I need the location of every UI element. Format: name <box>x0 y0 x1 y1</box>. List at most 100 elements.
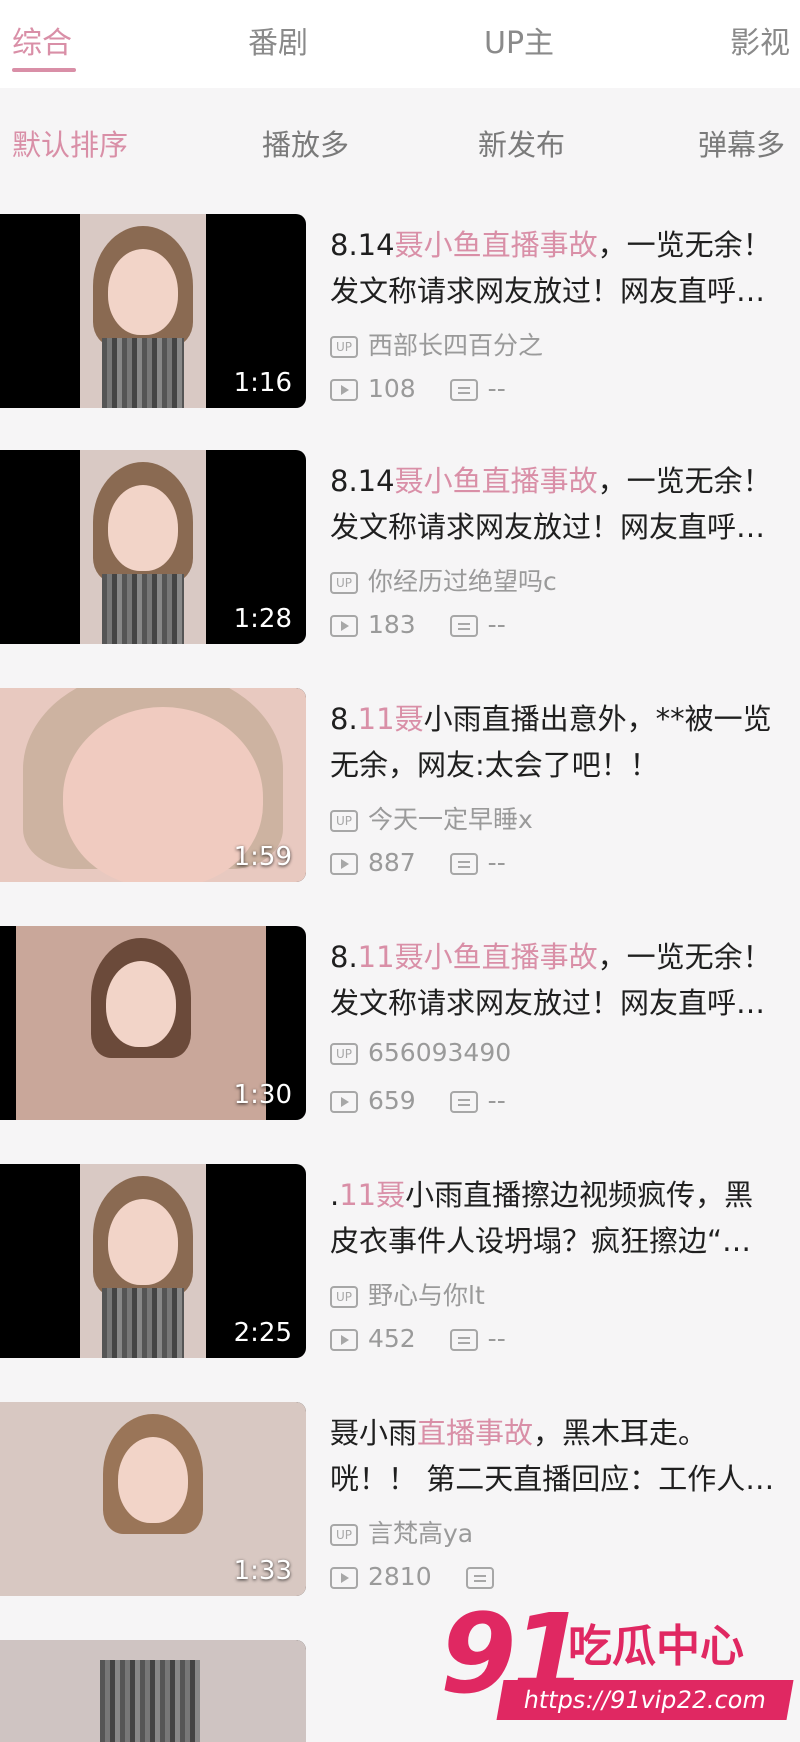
uploader-row[interactable]: UP 656093490 <box>330 1038 511 1067</box>
play-count-icon <box>330 615 358 637</box>
video-duration: 1:33 <box>233 1556 292 1586</box>
video-thumbnail[interactable]: 1:59 <box>0 688 306 882</box>
uploader-name: 656093490 <box>368 1038 512 1067</box>
stats-row: 452 -- <box>330 1324 506 1353</box>
video-title[interactable]: 聂小雨直播事故，黑木耳走。 咣！！ 第二天直播回应：工作人… <box>330 1410 800 1502</box>
up-icon: UP <box>330 1286 358 1308</box>
danmaku-icon <box>449 1091 478 1113</box>
up-icon: UP <box>330 1524 358 1546</box>
thumbnail-image <box>16 926 266 1120</box>
stats-row: 108 -- <box>330 374 506 403</box>
video-thumbnail[interactable] <box>0 1640 306 1742</box>
thumbnail-image <box>80 1164 206 1358</box>
video-card[interactable]: 1:16 8.14聂小鱼直播事故，一览无余！ 发文称请求网友放过！网友直呼… U… <box>0 214 800 414</box>
up-icon: UP <box>330 336 358 358</box>
title-line2: 发文称请求网友放过！网友直呼… <box>330 274 766 308</box>
title-suffix: ，黑木耳走。 <box>533 1416 708 1450</box>
title-suffix: 小雨直播擦边视频疯传，黑 <box>405 1178 754 1212</box>
uploader-name: 野心与你lt <box>368 1281 485 1310</box>
title-prefix: 聂小雨 <box>330 1416 418 1450</box>
thumbnail-face <box>108 484 178 571</box>
video-title[interactable]: 8.11聂小雨直播出意外，**被一览 无余，网友:太会了吧！！ <box>330 696 800 788</box>
video-duration: 1:28 <box>233 604 292 634</box>
title-prefix: 8. <box>330 702 358 736</box>
uploader-name: 言梵高ya <box>368 1519 474 1548</box>
title-line2: 无余，网友:太会了吧！！ <box>330 748 659 782</box>
active-tab-indicator <box>12 68 76 72</box>
thumbnail-mosaic <box>102 338 184 408</box>
title-suffix: ，一览无余！ <box>597 228 772 262</box>
sort-most-danmaku[interactable]: 弹幕多 <box>698 122 785 164</box>
thumbnail-image <box>0 1640 306 1742</box>
tab-anime[interactable]: 番剧 <box>248 18 308 62</box>
title-highlight: 11聂小鱼直播事故 <box>357 940 598 974</box>
uploader-row[interactable]: UP 野心与你lt <box>330 1276 485 1312</box>
title-suffix: ，一览无余！ <box>597 464 772 498</box>
play-count-icon <box>330 1329 358 1351</box>
video-thumbnail[interactable]: 1:16 <box>0 214 306 408</box>
uploader-name: 今天一定早睡x <box>368 805 533 834</box>
stats-row: 183 -- <box>330 610 506 639</box>
play-count-icon <box>330 1091 358 1113</box>
video-card[interactable]: 1:59 8.11聂小雨直播出意外，**被一览 无余，网友:太会了吧！！ UP 今… <box>0 688 800 888</box>
video-duration: 1:30 <box>233 1080 292 1110</box>
up-icon: UP <box>330 572 358 594</box>
play-count: 659 <box>368 1086 416 1115</box>
play-count-icon <box>330 379 358 401</box>
title-line2: 皮衣事件人设坍塌？疯狂擦边“… <box>330 1224 752 1258</box>
sort-bar: 默认排序 播放多 新发布 弹幕多 <box>0 88 800 180</box>
up-icon: UP <box>330 1043 358 1065</box>
video-card[interactable]: 1:30 8.11聂小鱼直播事故，一览无余！ 发文称请求网友放过！网友直呼… U… <box>0 926 800 1126</box>
title-highlight: 11聂 <box>357 702 424 736</box>
uploader-row[interactable]: UP 你经历过绝望吗c <box>330 562 557 598</box>
danmaku-icon <box>449 1329 478 1351</box>
tab-all[interactable]: 综合 <box>12 18 72 62</box>
danmaku-count: -- <box>487 1324 506 1353</box>
uploader-name: 你经历过绝望吗c <box>368 567 557 596</box>
tab-uploader[interactable]: UP主 <box>484 18 554 62</box>
play-count: 2810 <box>368 1562 432 1591</box>
danmaku-count: -- <box>487 374 506 403</box>
watermark-url: https://91vip22.com <box>496 1680 794 1720</box>
video-thumbnail[interactable]: 1:28 <box>0 450 306 644</box>
title-line2: 咣！！ 第二天直播回应：工作人… <box>330 1462 775 1496</box>
thumbnail-image <box>80 214 206 408</box>
play-count: 183 <box>368 610 416 639</box>
uploader-row[interactable]: UP 西部长四百分之 <box>330 326 543 362</box>
thumbnail-mosaic <box>100 1660 200 1742</box>
video-title[interactable]: 8.11聂小鱼直播事故，一览无余！ 发文称请求网友放过！网友直呼… <box>330 934 800 1026</box>
danmaku-count: -- <box>487 848 506 877</box>
video-title[interactable]: 8.14聂小鱼直播事故，一览无余！ 发文称请求网友放过！网友直呼… <box>330 458 800 550</box>
sort-newest[interactable]: 新发布 <box>478 122 565 164</box>
title-prefix: 8.14 <box>330 464 395 498</box>
thumbnail-face <box>118 1436 188 1523</box>
title-line2: 发文称请求网友放过！网友直呼… <box>330 986 766 1020</box>
video-duration: 1:16 <box>233 368 292 398</box>
title-highlight: 聂小鱼直播事故 <box>394 228 598 262</box>
up-icon: UP <box>330 810 358 832</box>
sort-default[interactable]: 默认排序 <box>12 122 128 164</box>
uploader-row[interactable]: UP 言梵高ya <box>330 1514 473 1550</box>
title-line2: 发文称请求网友放过！网友直呼… <box>330 510 766 544</box>
video-card[interactable]: 1:28 8.14聂小鱼直播事故，一览无余！ 发文称请求网友放过！网友直呼… U… <box>0 450 800 650</box>
video-thumbnail[interactable]: 1:33 <box>0 1402 306 1596</box>
uploader-row[interactable]: UP 今天一定早睡x <box>330 800 533 836</box>
video-thumbnail[interactable]: 2:25 <box>0 1164 306 1358</box>
title-highlight: 聂小鱼直播事故 <box>394 464 598 498</box>
stats-row: 887 -- <box>330 848 506 877</box>
video-thumbnail[interactable]: 1:30 <box>0 926 306 1120</box>
danmaku-count: -- <box>487 610 506 639</box>
video-card[interactable]: 1:33 聂小雨直播事故，黑木耳走。 咣！！ 第二天直播回应：工作人… UP 言梵… <box>0 1402 800 1602</box>
danmaku-icon <box>449 615 478 637</box>
video-title[interactable]: 8.14聂小鱼直播事故，一览无余！ 发文称请求网友放过！网友直呼… <box>330 222 800 314</box>
site-watermark: 91 吃瓜中心 https://91vip22.com <box>440 1590 800 1742</box>
play-count-icon <box>330 1567 358 1589</box>
sort-most-played[interactable]: 播放多 <box>262 122 349 164</box>
play-count-icon <box>330 853 358 875</box>
category-tab-bar: 综合 番剧 UP主 影视 <box>0 0 800 88</box>
video-title[interactable]: .11聂小雨直播擦边视频疯传，黑 皮衣事件人设坍塌？疯狂擦边“… <box>330 1172 800 1264</box>
tab-film[interactable]: 影视 <box>730 18 790 62</box>
video-card[interactable]: 2:25 .11聂小雨直播擦边视频疯传，黑 皮衣事件人设坍塌？疯狂擦边“… UP… <box>0 1164 800 1364</box>
thumbnail-face <box>106 960 176 1047</box>
title-prefix: 8. <box>330 940 358 974</box>
